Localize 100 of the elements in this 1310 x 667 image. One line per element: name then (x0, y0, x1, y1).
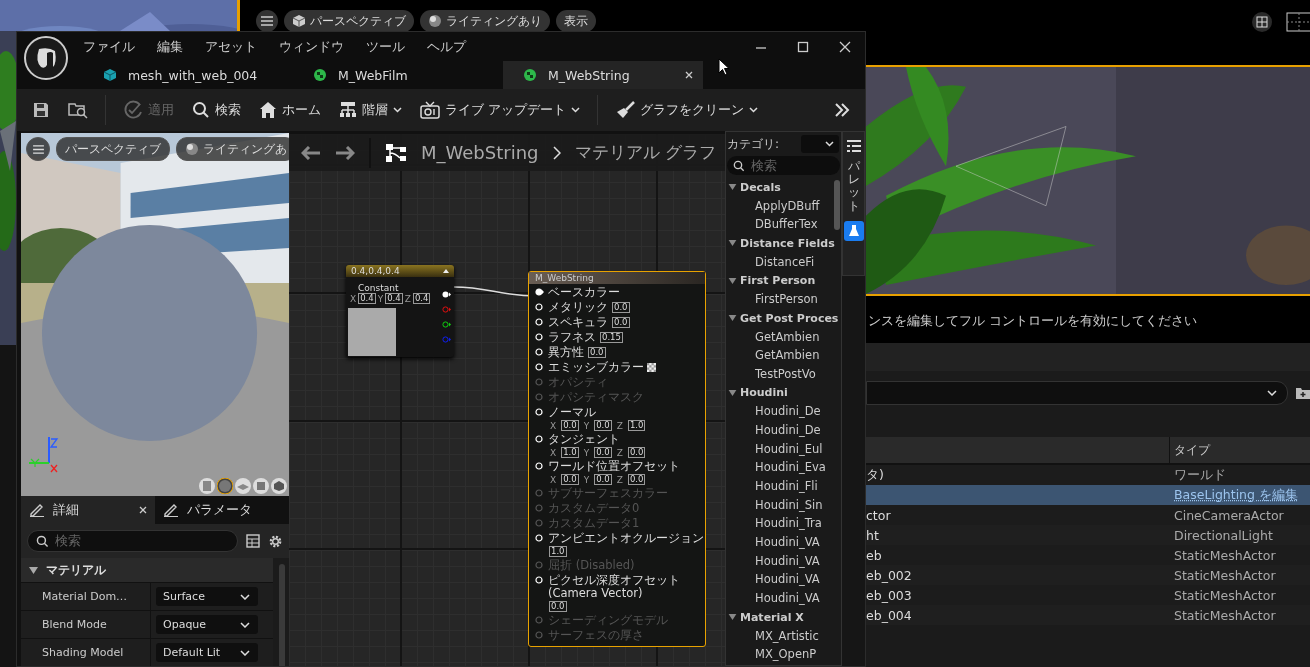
panel-tab[interactable]: 詳細 (21, 496, 155, 524)
value-field[interactable]: 0.0 (612, 317, 630, 328)
tree-item[interactable]: Houdini_Eul (726, 439, 841, 459)
tree-item[interactable]: Houdini_De (726, 420, 841, 440)
logo-icon[interactable] (23, 35, 69, 81)
flask-icon[interactable] (843, 220, 864, 241)
menu-item[interactable]: ツール (366, 37, 405, 56)
forward-icon[interactable] (335, 145, 355, 160)
outliner-row[interactable]: ht DirectionalLight (866, 525, 1310, 545)
value-field[interactable]: 0.0 (561, 420, 579, 431)
toolbar-button[interactable]: ライブ アップデート (415, 97, 586, 123)
overflow-icon[interactable] (833, 102, 851, 118)
menu-item[interactable]: ウィンドウ (279, 37, 344, 56)
value-field[interactable]: 0.0 (588, 347, 606, 358)
back-icon[interactable] (301, 145, 321, 160)
tree-item[interactable]: Houdini_VA (726, 533, 841, 552)
tree-item[interactable]: GetAmbien (726, 327, 841, 347)
tree-item[interactable]: Houdini_Sin (726, 495, 841, 515)
tree-group[interactable]: Houdini (726, 383, 841, 403)
plane-icon[interactable] (235, 478, 251, 494)
tree-item[interactable]: DistanceFi (726, 252, 841, 272)
close-icon[interactable] (139, 506, 147, 514)
category-header[interactable]: マテリアル (21, 558, 273, 582)
document-tab[interactable]: M_WebFilm (293, 61, 503, 89)
value-field[interactable]: 0.4 (358, 293, 376, 304)
tree-group[interactable]: Get Post Proces (726, 308, 841, 328)
viewport-button[interactable]: ライティングあり (420, 10, 550, 32)
value-field[interactable]: 1.0 (549, 546, 567, 557)
value-field[interactable]: 0.4 (385, 293, 403, 304)
tree-item[interactable]: Houdini_Fli (726, 477, 841, 496)
tree-item[interactable]: MX_Artistic (726, 626, 841, 646)
value-field[interactable]: 1.0 (561, 447, 579, 458)
property-dropdown[interactable]: Default Lit (156, 643, 258, 662)
toolbar-button[interactable]: グラフをクリーン (610, 97, 764, 123)
outliner-row[interactable]: eb_002 StaticMeshActor (866, 565, 1310, 585)
tree-group[interactable]: Distance Fields (726, 234, 841, 253)
document-tab[interactable]: M_WebString (503, 61, 703, 89)
value-field[interactable]: 0.15 (600, 332, 623, 343)
graph-canvas[interactable] (289, 131, 725, 666)
list-icon[interactable] (846, 140, 861, 152)
toolbar-button[interactable]: 階層 (334, 97, 407, 123)
mesh-icon[interactable] (271, 478, 287, 494)
value-field[interactable]: 1.0 (627, 420, 646, 431)
viewport-button[interactable]: 表示 (556, 10, 596, 32)
value-field[interactable]: 0.0 (594, 474, 612, 485)
tree-item[interactable]: Houdini_Eva (726, 458, 841, 477)
viewport-button[interactable]: ライティングあ (176, 137, 289, 161)
tree-item[interactable]: TestPostVo (726, 364, 841, 384)
menu-item[interactable]: ファイル (83, 37, 135, 56)
constant-node[interactable]: 0.4,0.4,0.4 Constant X 0.4 Y 0.4 Z 0.4 (346, 265, 454, 357)
outliner-row[interactable]: BaseLighting を編集 (866, 485, 1310, 505)
table-icon[interactable] (246, 534, 260, 548)
tree-group[interactable]: Material X (726, 607, 841, 627)
viewport-button[interactable]: パースペクティブ (56, 137, 170, 161)
menu-button[interactable] (256, 10, 278, 32)
toolbar-button[interactable]: 検索 (187, 97, 246, 123)
value-field[interactable]: 0.0 (612, 302, 630, 313)
value-field[interactable]: 0.0 (627, 447, 646, 458)
close-icon[interactable] (685, 71, 693, 79)
category-dropdown[interactable] (801, 135, 839, 153)
toolbar-button[interactable]: ホーム (254, 97, 326, 123)
tree-group[interactable]: First Person (726, 271, 841, 291)
sphere-icon[interactable] (217, 478, 233, 494)
side-tab[interactable]: パレット (847, 160, 860, 213)
outliner-row[interactable]: eb_004 StaticMeshActor (866, 605, 1310, 625)
value-field[interactable]: 0.4 (412, 293, 431, 304)
value-field[interactable]: 0.0 (594, 420, 612, 431)
value-field[interactable]: 0.0 (627, 474, 646, 485)
cylinder-icon[interactable] (199, 478, 215, 494)
menu-item[interactable]: 編集 (157, 37, 183, 56)
scrollbar[interactable] (834, 180, 840, 230)
tree-item[interactable]: DBufferTex (726, 215, 841, 235)
checker-swatch-icon[interactable] (647, 363, 656, 372)
layout-icon[interactable] (1252, 12, 1272, 32)
value-field[interactable]: 0.0 (594, 447, 612, 458)
material-node[interactable] (528, 271, 706, 647)
menu-item[interactable]: ヘルプ (427, 37, 466, 56)
tree-group[interactable]: Decals (726, 178, 841, 197)
property-dropdown[interactable]: Opaque (156, 615, 258, 634)
maximize-icon[interactable] (797, 40, 809, 53)
tree-item[interactable]: MX_OpenP (726, 645, 841, 664)
grid-icon[interactable] (1286, 12, 1310, 32)
close-icon[interactable] (839, 40, 851, 53)
tree-item[interactable]: Houdini_Tra (726, 514, 841, 534)
tree-item[interactable]: Houdini_De (726, 402, 841, 421)
property-dropdown[interactable]: Surface (156, 587, 258, 606)
breadcrumb-link[interactable]: M_WebString (421, 142, 539, 163)
edit-link[interactable]: BaseLighting を編集 (1174, 486, 1298, 502)
menu-item[interactable]: アセット (205, 37, 257, 56)
output-pin-icon[interactable] (442, 321, 451, 328)
cube-icon[interactable] (253, 478, 269, 494)
tree-item[interactable]: Houdini_VA (726, 589, 841, 608)
search-field[interactable]: 検索 (727, 156, 840, 175)
tree-item[interactable]: GetAmbien (726, 346, 841, 365)
panel-tab[interactable]: パラメータ (155, 496, 286, 524)
value-field[interactable]: 0.0 (561, 474, 579, 485)
document-tab[interactable]: mesh_with_web_004 (83, 61, 293, 89)
tree-item[interactable]: FirstPerson (726, 290, 841, 309)
folder-plus-icon[interactable] (1296, 387, 1310, 399)
value-field[interactable]: 0.0 (549, 601, 567, 612)
